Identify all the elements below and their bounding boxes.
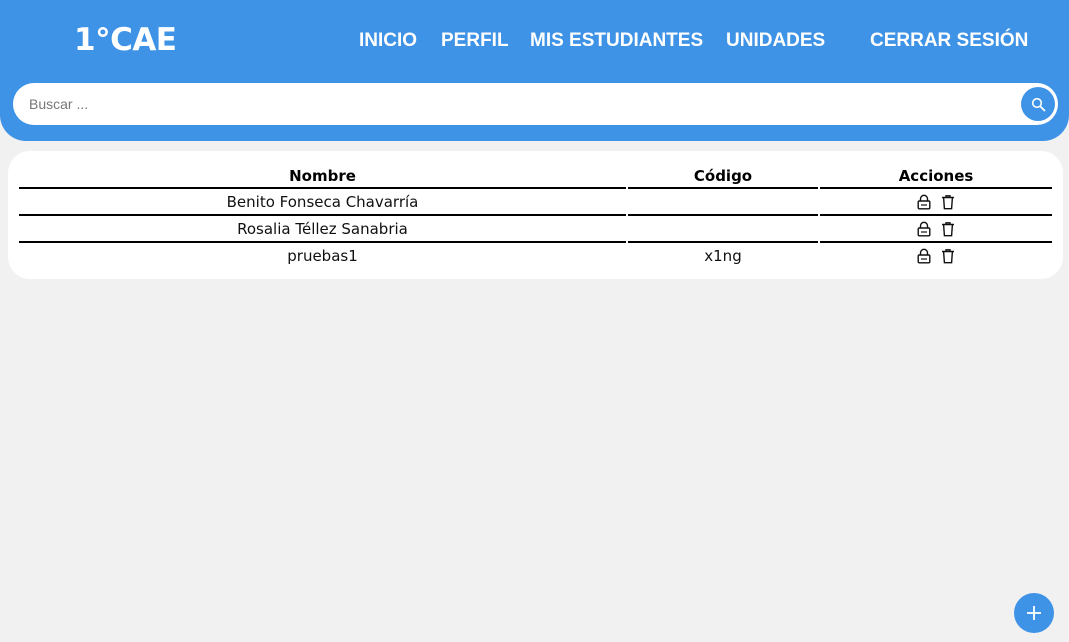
cell-codigo (628, 191, 818, 213)
divider (19, 241, 626, 243)
nav-mis-estudiantes[interactable]: MIS ESTUDIANTES (530, 29, 703, 53)
row-actions (820, 245, 1052, 267)
add-student-button[interactable] (1014, 593, 1054, 633)
plus-icon (1027, 606, 1041, 620)
row-actions (820, 218, 1052, 240)
search-input[interactable] (29, 83, 1019, 125)
divider (19, 187, 626, 189)
search-icon (1031, 97, 1045, 111)
lock-icon[interactable] (917, 194, 931, 210)
column-header-nombre: Nombre (289, 167, 356, 185)
divider (820, 187, 1052, 189)
cell-codigo: x1ng (704, 247, 742, 265)
divider (19, 214, 626, 216)
nav-unidades[interactable]: UNIDADES (726, 29, 825, 53)
lock-icon[interactable] (917, 221, 931, 237)
row-actions (820, 191, 1052, 213)
nav-perfil[interactable]: PERFIL (441, 29, 509, 53)
nav-inicio[interactable]: INICIO (359, 29, 417, 53)
divider (820, 241, 1052, 243)
app-header: 1°CAE INICIO PERFIL MIS ESTUDIANTES UNID… (0, 0, 1069, 141)
cell-nombre: Rosalia Téllez Sanabria (237, 220, 408, 238)
trash-icon[interactable] (941, 248, 955, 264)
divider (820, 214, 1052, 216)
column-header-codigo: Código (693, 167, 753, 185)
trash-icon[interactable] (941, 194, 955, 210)
cell-nombre: Benito Fonseca Chavarría (226, 193, 419, 211)
divider (628, 214, 818, 216)
lock-icon[interactable] (917, 248, 931, 264)
trash-icon[interactable] (941, 221, 955, 237)
cell-codigo (628, 218, 818, 240)
divider (628, 187, 818, 189)
column-header-acciones: Acciones (898, 167, 974, 185)
nav-cerrar-sesion[interactable]: CERRAR SESIÓN (870, 29, 1028, 53)
students-table: Nombre Código Acciones Benito Fonseca Ch… (8, 151, 1063, 279)
search-bar (13, 83, 1058, 125)
search-button[interactable] (1021, 87, 1055, 121)
main-nav: INICIO PERFIL MIS ESTUDIANTES UNIDADES C… (0, 29, 1069, 53)
divider (628, 241, 818, 243)
cell-nombre: pruebas1 (287, 247, 358, 265)
